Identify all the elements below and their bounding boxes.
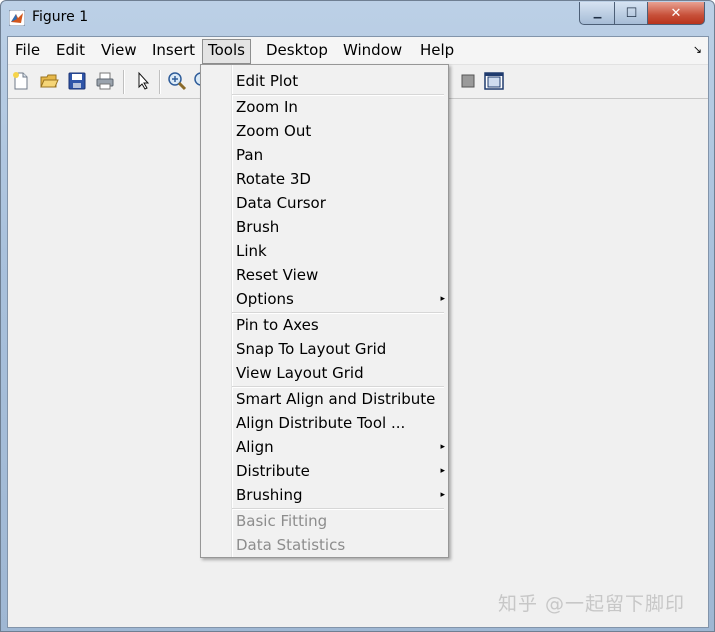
menu-item-brush[interactable]: Brush <box>203 215 446 239</box>
menu-item-edit-plot[interactable]: Edit Plot <box>203 69 446 93</box>
save-icon[interactable] <box>67 71 87 91</box>
menu-view[interactable]: View <box>96 39 142 62</box>
maximize-button[interactable]: ☐ <box>614 2 649 25</box>
print-icon[interactable] <box>95 71 115 91</box>
menu-item-data-statistics[interactable]: Data Statistics <box>203 533 446 557</box>
minimize-button[interactable]: ▁ <box>579 2 616 25</box>
matlab-logo-icon <box>9 10 25 26</box>
submenu-arrow-icon: ▸ <box>440 294 445 304</box>
menu-item-basic-fitting[interactable]: Basic Fitting <box>203 509 446 533</box>
menu-item-smart-align-and-distribute[interactable]: Smart Align and Distribute <box>203 387 446 411</box>
new-figure-icon[interactable] <box>11 71 31 91</box>
menu-item-link[interactable]: Link <box>203 239 446 263</box>
zoom-in-icon[interactable] <box>167 71 187 91</box>
title-bar[interactable]: Figure 1 ▁ ☐ ✕ <box>1 1 714 35</box>
menu-item-reset-view[interactable]: Reset View <box>203 263 446 287</box>
pointer-icon[interactable] <box>133 71 153 91</box>
submenu-arrow-icon: ▸ <box>440 490 445 500</box>
toolbar-separator <box>159 70 161 94</box>
submenu-arrow-icon: ▸ <box>440 442 445 452</box>
minimize-icon: ▁ <box>593 7 602 19</box>
dock-arrow-icon[interactable]: ↘ <box>693 43 702 56</box>
menu-item-snap-to-layout-grid[interactable]: Snap To Layout Grid <box>203 337 446 361</box>
menu-item-data-cursor[interactable]: Data Cursor <box>203 191 446 215</box>
menu-help[interactable]: Help <box>415 39 459 62</box>
menu-item-distribute[interactable]: Distribute ▸ <box>203 459 446 483</box>
tools-dropdown-menu: Edit Plot Zoom In Zoom Out Pan Rotate 3D… <box>200 64 449 558</box>
maximize-icon: ☐ <box>625 5 638 21</box>
menu-item-zoom-out[interactable]: Zoom Out <box>203 119 446 143</box>
menu-item-zoom-in[interactable]: Zoom In <box>203 95 446 119</box>
menu-item-options[interactable]: Options ▸ <box>203 287 446 311</box>
menu-item-align-distribute-tool[interactable]: Align Distribute Tool ... <box>203 411 446 435</box>
menu-window[interactable]: Window <box>338 39 407 62</box>
toolbar-separator <box>123 70 125 94</box>
menu-item-pin-to-axes[interactable]: Pin to Axes <box>203 313 446 337</box>
menu-item-brushing[interactable]: Brushing ▸ <box>203 483 446 507</box>
submenu-arrow-icon: ▸ <box>440 466 445 476</box>
close-button[interactable]: ✕ <box>647 2 705 25</box>
menu-item-view-layout-grid[interactable]: View Layout Grid <box>203 361 446 385</box>
menu-item-align[interactable]: Align ▸ <box>203 435 446 459</box>
menu-edit[interactable]: Edit <box>51 39 90 62</box>
menu-desktop[interactable]: Desktop <box>261 39 333 62</box>
plot-tools-icon[interactable] <box>484 71 504 91</box>
open-file-icon[interactable] <box>39 71 59 91</box>
menu-file[interactable]: File <box>10 39 45 62</box>
menu-bar: File Edit View Insert Tools Desktop Wind… <box>8 37 708 65</box>
colorbar-icon[interactable] <box>458 71 478 91</box>
close-icon: ✕ <box>670 5 682 21</box>
menu-insert[interactable]: Insert <box>147 39 200 62</box>
menu-item-pan[interactable]: Pan <box>203 143 446 167</box>
watermark-text: 知乎 @一起留下脚印 <box>498 593 686 615</box>
menu-item-rotate-3d[interactable]: Rotate 3D <box>203 167 446 191</box>
menu-tools[interactable]: Tools <box>202 39 251 64</box>
window-title: Figure 1 <box>32 9 89 25</box>
